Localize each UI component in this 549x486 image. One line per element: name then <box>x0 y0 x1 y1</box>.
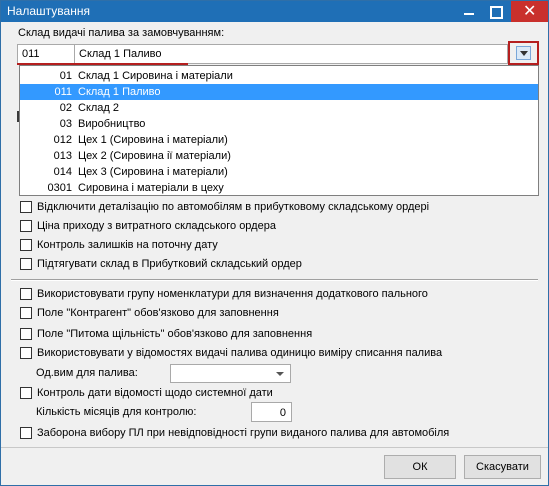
date-control-checkbox[interactable] <box>20 387 32 399</box>
density-required-checkbox[interactable] <box>20 328 32 340</box>
counterparty-required-label: Поле "Контрагент" обов'язково для заповн… <box>37 307 279 319</box>
nomenclature-group-label: Використовувати групу номенклатури для в… <box>37 288 428 300</box>
close-button[interactable]: ✕ <box>511 1 548 22</box>
option-name: Цех 1 (Сировина і матеріали) <box>78 134 228 146</box>
months-label: Кількість місяців для контролю: <box>36 406 197 418</box>
receipt-price-checkbox[interactable] <box>20 220 32 232</box>
maximize-button[interactable] <box>483 1 507 22</box>
dropdown-option[interactable]: 013 Цех 2 (Сировина ії матеріали) <box>20 148 538 164</box>
dropdown-option[interactable]: 01 Склад 1 Сировина і матеріали <box>20 68 538 84</box>
fuel-unit-label: Од.вим для палива: <box>36 367 138 379</box>
separator <box>11 279 538 281</box>
option-code: 01 <box>59 70 72 82</box>
months-input[interactable]: 0 <box>251 402 292 422</box>
ok-button[interactable]: ОК <box>384 455 456 479</box>
option-name: Виробництво <box>78 118 146 130</box>
chevron-down-icon <box>516 46 531 60</box>
option-code: 014 <box>53 166 72 178</box>
pull-warehouse-checkbox[interactable] <box>20 258 32 270</box>
disable-vehicle-detail-label: Відключити деталізацію по автомобілям в … <box>37 201 430 213</box>
option-name: Цех 2 (Сировина ії матеріали) <box>78 150 231 162</box>
warehouse-name-field[interactable]: Склад 1 Паливо <box>74 44 508 64</box>
forbid-waybill-label: Заборона вибору ПЛ при невідповідності г… <box>37 427 450 439</box>
option-name: Склад 1 Паливо <box>78 86 161 98</box>
minimize-button[interactable] <box>457 1 481 22</box>
forbid-waybill-checkbox[interactable] <box>20 427 32 439</box>
option-name: Склад 2 <box>78 102 120 114</box>
option-name: Цех 3 (Сировина і матеріали) <box>78 166 228 178</box>
receipt-price-label: Ціна приходу з витратного складського ор… <box>37 220 276 232</box>
window-title: Налаштування <box>7 4 90 18</box>
dropdown-option[interactable]: 012 Цех 1 (Сировина і матеріали) <box>20 132 538 148</box>
date-control-label: Контроль дати відомості щодо системної д… <box>37 387 273 399</box>
warehouse-dropdown-list[interactable]: 01 Склад 1 Сировина і матеріали 011 Скла… <box>19 65 539 196</box>
dropdown-option[interactable]: 0301 Сировина і матеріали в цеху <box>20 180 538 196</box>
write-off-unit-label: Використовувати у відомостях видачі пали… <box>37 347 443 359</box>
title-bar[interactable]: Налаштування ✕ <box>1 1 548 22</box>
cancel-button[interactable]: Скасувати <box>464 455 541 479</box>
option-code: 013 <box>53 150 72 162</box>
warehouse-label: Склад видачі палива за замовчуванням: <box>18 27 225 39</box>
warehouse-code-field[interactable]: 011 <box>17 44 74 64</box>
option-code: 0301 <box>47 182 72 194</box>
disable-vehicle-detail-checkbox[interactable] <box>20 201 32 213</box>
stock-control-label: Контроль залишків на поточну дату <box>37 239 218 251</box>
density-required-label: Поле "Питома щільність" обов'язково для … <box>37 328 313 340</box>
option-code: 03 <box>59 118 72 130</box>
counterparty-required-checkbox[interactable] <box>20 307 32 319</box>
option-code: 02 <box>59 102 72 114</box>
close-icon: ✕ <box>523 1 537 20</box>
dropdown-option[interactable]: 014 Цех 3 (Сировина і матеріали) <box>20 164 538 180</box>
option-name: Сировина і матеріали в цеху <box>78 182 224 194</box>
warehouse-dropdown-button[interactable] <box>508 41 539 65</box>
stock-control-checkbox[interactable] <box>20 239 32 251</box>
fuel-unit-select[interactable] <box>170 364 291 383</box>
dropdown-option-selected[interactable]: 011 Склад 1 Паливо <box>20 84 538 100</box>
option-name: Склад 1 Сировина і матеріали <box>78 70 233 82</box>
nomenclature-group-checkbox[interactable] <box>20 288 32 300</box>
pull-warehouse-label: Підтягувати склад в Прибутковий складськ… <box>37 258 302 270</box>
write-off-unit-checkbox[interactable] <box>20 347 32 359</box>
option-code: 011 <box>54 86 72 98</box>
dropdown-option[interactable]: 03 Виробництво <box>20 116 538 132</box>
option-code: 012 <box>53 134 72 146</box>
dropdown-option[interactable]: 02 Склад 2 <box>20 100 538 116</box>
